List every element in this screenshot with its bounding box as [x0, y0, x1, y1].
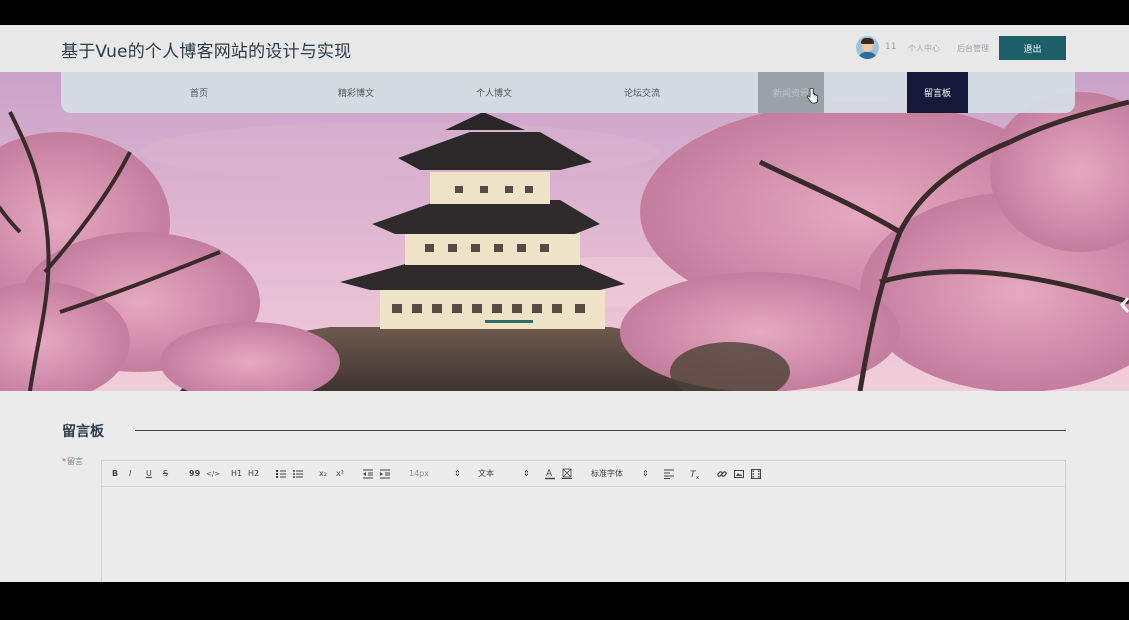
- font-family-arrow-icon[interactable]: ⇕: [642, 468, 649, 480]
- background-color-icon[interactable]: [562, 468, 572, 480]
- hero-castle-image: [0, 72, 1129, 391]
- clear-format-icon[interactable]: T x: [690, 468, 701, 480]
- username-label[interactable]: 11: [885, 42, 896, 52]
- header-select-arrow-icon[interactable]: ⇕: [523, 468, 530, 480]
- hero-banner: [0, 72, 1129, 391]
- header1-button[interactable]: H1: [231, 468, 242, 480]
- personal-center-link[interactable]: 个人中心: [908, 43, 940, 54]
- header2-button[interactable]: H2: [248, 468, 259, 480]
- outdent-icon[interactable]: [363, 469, 373, 479]
- section-divider: [135, 430, 1066, 431]
- superscript-button[interactable]: x²: [336, 468, 344, 480]
- rich-text-editor: B I U S 99 </> H1 H2 x₂ x² 14px ⇕ 文本 ⇕ A…: [101, 460, 1066, 582]
- blockquote-button[interactable]: 99: [189, 468, 200, 480]
- strike-button[interactable]: S: [163, 468, 168, 480]
- svg-text:A: A: [546, 469, 553, 479]
- nav-item-home[interactable]: 首页: [169, 72, 229, 113]
- section-title: 留言板: [62, 424, 104, 440]
- subscript-button[interactable]: x₂: [319, 468, 327, 480]
- message-field-label: *留言: [62, 456, 83, 467]
- editor-toolbar: B I U S 99 </> H1 H2 x₂ x² 14px ⇕ 文本 ⇕ A…: [102, 461, 1065, 487]
- required-mark: *: [62, 457, 66, 466]
- top-header: 基于Vue的个人博客网站的设计与实现 11 个人中心 后台管理 退出: [0, 25, 1129, 72]
- font-size-arrow-icon[interactable]: ⇕: [454, 468, 461, 480]
- bold-button[interactable]: B: [112, 468, 118, 480]
- text-color-icon[interactable]: A: [545, 468, 555, 480]
- user-avatar[interactable]: [856, 36, 879, 59]
- hand-cursor-icon: [806, 88, 818, 104]
- main-nav: 首页 精彩博文 个人博文 论坛交流 新闻资讯 留言板: [61, 72, 1075, 113]
- app-frame: 基于Vue的个人博客网站的设计与实现 11 个人中心 后台管理 退出 首页 精彩…: [0, 25, 1129, 582]
- logout-button[interactable]: 退出: [999, 36, 1066, 60]
- nav-item-forum[interactable]: 论坛交流: [612, 72, 672, 113]
- font-family-select[interactable]: 标准字体: [591, 468, 623, 480]
- nav-item-personal-blogs[interactable]: 个人博文: [464, 72, 524, 113]
- svg-text:x: x: [696, 475, 699, 480]
- underline-button[interactable]: U: [146, 468, 152, 480]
- font-size-select[interactable]: 14px: [409, 468, 429, 480]
- image-icon[interactable]: [734, 469, 744, 479]
- header-select[interactable]: 文本: [478, 468, 494, 480]
- bottom-letterbox: [0, 582, 1129, 620]
- link-icon[interactable]: [717, 469, 727, 479]
- italic-button[interactable]: I: [129, 468, 131, 480]
- code-block-button[interactable]: </>: [206, 468, 220, 480]
- video-icon[interactable]: [751, 469, 761, 479]
- indent-icon[interactable]: [380, 469, 390, 479]
- carousel-prev-arrow-icon[interactable]: [1119, 295, 1129, 315]
- message-label-text: 留言: [67, 457, 83, 466]
- align-icon[interactable]: [664, 469, 674, 479]
- ordered-list-icon[interactable]: [276, 469, 286, 479]
- bullet-list-icon[interactable]: [293, 469, 303, 479]
- nav-item-message-board[interactable]: 留言板: [907, 72, 968, 113]
- site-title: 基于Vue的个人博客网站的设计与实现: [61, 42, 352, 62]
- admin-link[interactable]: 后台管理: [957, 43, 989, 54]
- message-editor-content[interactable]: [102, 487, 1065, 582]
- nav-item-featured-blogs[interactable]: 精彩博文: [316, 72, 396, 113]
